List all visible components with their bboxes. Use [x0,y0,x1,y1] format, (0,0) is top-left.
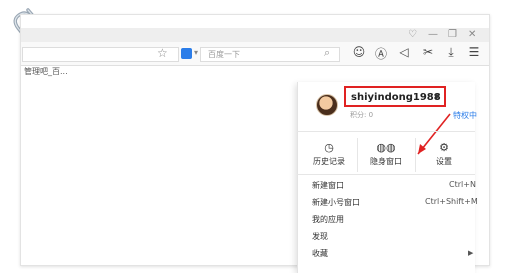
menu-item-favorites[interactable]: 收藏 [312,248,328,259]
chevron-down-icon[interactable]: ▾ [194,48,198,57]
skin-icon[interactable]: ♡ [408,29,417,40]
divider [297,131,475,132]
chevron-right-icon: ▶ [468,249,474,257]
a-circle-icon[interactable]: Ⓐ [373,45,389,62]
shortcut-label: Ctrl+N [449,180,476,189]
gear-icon: ⚙ [439,141,449,154]
chevron-down-icon[interactable]: ▼ [434,93,439,101]
download-icon[interactable]: ⤓ [443,45,459,60]
avatar[interactable] [316,94,338,116]
minimize-button[interactable]: — [428,29,438,40]
settings-button[interactable]: ⚙ 设置 [416,141,472,167]
search-icon[interactable]: ⌕ [324,46,330,60]
maximize-button[interactable]: ❐ [448,29,457,40]
close-button[interactable]: ✕ [468,29,476,40]
incognito-label: 隐身窗口 [370,157,402,166]
menu-item-new-alt-window[interactable]: 新建小号窗口 [312,197,360,208]
divider [297,174,475,175]
menu-icon[interactable]: ☰ [466,45,482,59]
address-bar[interactable] [22,47,179,62]
menu-item-my-apps[interactable]: 我的应用 [312,214,344,225]
history-label: 历史记录 [313,157,345,166]
settings-label: 设置 [436,157,452,166]
points-label: 积分: 0 [350,111,374,119]
username[interactable]: shiyindong1988 [351,92,441,103]
scissors-icon[interactable]: ✂ [420,45,436,59]
menu-item-discover[interactable]: 发现 [312,231,328,242]
menu-item-new-window[interactable]: 新建窗口 [312,180,344,191]
shortcut-label: Ctrl+Shift+M [425,197,478,206]
chat-icon[interactable]: ☺ [351,45,367,59]
clock-icon: ◷ [324,141,334,154]
star-icon[interactable]: ☆ [157,46,168,60]
search-placeholder: 百度一下 [208,50,240,59]
bookmark-item[interactable]: 管理吧_百... [24,66,68,77]
speaker-icon[interactable]: ◁ [396,45,412,59]
history-button[interactable]: ◷ 历史记录 [301,141,357,167]
incognito-window-button[interactable]: ◍◍ 隐身窗口 [358,141,414,167]
mask-icon: ◍◍ [376,141,396,154]
title-bar [21,28,489,42]
search-engine-icon[interactable] [181,48,192,59]
